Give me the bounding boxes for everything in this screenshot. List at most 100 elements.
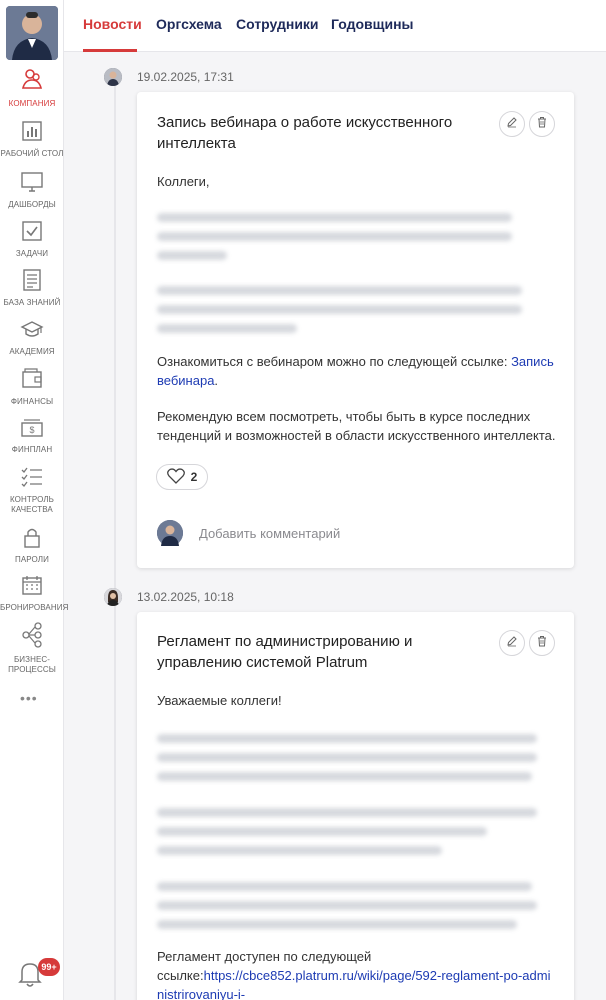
post-link-paragraph: Ознакомиться с вебинаром можно по следую…: [157, 352, 557, 390]
sidebar-item-label: БИЗНЕС-: [13, 655, 51, 664]
blurred-text: [157, 213, 512, 222]
trash-icon: [536, 634, 548, 652]
post-date: 13.02.2025, 10:18: [137, 590, 234, 604]
company-icon: [0, 68, 64, 97]
monitor-icon: [0, 171, 64, 198]
heart-icon: [166, 467, 185, 487]
sidebar-item-academy[interactable]: АКАДЕМИЯ: [0, 320, 64, 357]
link-line: ссылке:https://cbce852.platrum.ru/wiki/p…: [157, 966, 557, 1000]
post-meta: 19.02.2025, 17:31: [104, 68, 234, 86]
sidebar-item-company[interactable]: КОМПАНИЯ: [0, 68, 64, 109]
more-menu-button[interactable]: •••: [20, 690, 38, 706]
sidebar-item-label: КАЧЕСТВА: [11, 505, 53, 514]
document-icon: [0, 269, 64, 296]
post-title: Регламент по администрированию и управле…: [157, 633, 413, 671]
lock-icon: [0, 526, 64, 553]
tab-org-chart[interactable]: Оргсхема: [156, 16, 222, 32]
dashboard-chart-icon: [0, 120, 64, 147]
blurred-text: [157, 920, 517, 929]
pencil-icon: [506, 634, 518, 652]
sidebar-item-bookings[interactable]: БРОНИРОВАНИЯ: [0, 574, 69, 613]
sidebar-item-label: ДАШБОРДЫ: [8, 200, 56, 209]
blurred-text: [157, 882, 532, 891]
sidebar-item-business-processes[interactable]: БИЗНЕС- ПРОЦЕССЫ: [0, 622, 64, 675]
sidebar-item-label: ФИНАНСЫ: [10, 397, 54, 406]
sidebar-item-label: ФИНПЛАН: [11, 445, 53, 454]
sidebar-item-finance[interactable]: ФИНАНСЫ: [0, 366, 64, 407]
sidebar-item-label: ПАРОЛИ: [15, 555, 49, 564]
sidebar-item-tasks[interactable]: ЗАДАЧИ: [0, 220, 64, 259]
notifications-badge: 99+: [38, 958, 60, 976]
post-link-paragraph: Регламент доступен по следующей ссылке:h…: [157, 947, 557, 1000]
blurred-text: [157, 772, 532, 781]
sidebar-item-knowledge-base[interactable]: БАЗА ЗНАНИЙ: [0, 269, 64, 308]
blurred-text: [157, 827, 487, 836]
checkbox-icon: [0, 220, 64, 247]
trash-icon: [536, 115, 548, 133]
blurred-text: [157, 901, 537, 910]
svg-text:$: $: [29, 425, 34, 435]
link-suffix: .: [214, 373, 219, 388]
sidebar-item-label: КОМПАНИЯ: [8, 99, 56, 108]
sidebar-item-label: ЗАДАЧИ: [15, 249, 49, 258]
like-count: 2: [190, 470, 198, 484]
money-icon: $: [0, 418, 64, 443]
delete-post-button[interactable]: [529, 630, 555, 656]
calendar-icon: [0, 574, 64, 601]
edit-post-button[interactable]: [499, 111, 525, 137]
link-prefix: ссылке:: [157, 968, 204, 983]
pencil-icon: [506, 115, 518, 133]
current-user-avatar: [157, 520, 183, 546]
author-avatar[interactable]: [104, 588, 122, 606]
blurred-text: [157, 734, 537, 743]
post-title: Запись вебинара о работе искусственного …: [157, 114, 453, 152]
blurred-text: [157, 232, 512, 241]
app-window: КОМПАНИЯ РАБОЧИЙ СТОЛ ДАШБОРДЫ ЗАДАЧИ БА: [0, 0, 606, 1000]
post-closing: Рекомендую всем посмотреть, чтобы быть в…: [157, 409, 556, 443]
post-card: Запись вебинара о работе искусственного …: [137, 92, 574, 568]
edit-post-button[interactable]: [499, 630, 525, 656]
like-button[interactable]: 2: [156, 464, 208, 490]
post-greeting: Уважаемые коллеги!: [157, 693, 282, 708]
post-date: 19.02.2025, 17:31: [137, 70, 234, 84]
regulation-link[interactable]: https://cbce852.platrum.ru/wiki/page/592…: [157, 968, 550, 1000]
post-meta: 13.02.2025, 10:18: [104, 588, 234, 606]
active-tab-indicator: [83, 49, 137, 52]
sidebar-item-label: РАБОЧИЙ СТОЛ: [0, 149, 64, 158]
comment-input-row[interactable]: Добавить комментарий: [157, 520, 340, 546]
post-greeting: Коллеги,: [157, 174, 210, 189]
blurred-text: [157, 324, 297, 333]
sidebar-item-desktop[interactable]: РАБОЧИЙ СТОЛ: [0, 120, 64, 159]
comment-input[interactable]: Добавить комментарий: [199, 526, 340, 541]
author-avatar[interactable]: [104, 68, 122, 86]
sidebar-item-finplan[interactable]: $ ФИНПЛАН: [0, 418, 64, 455]
post-card: Регламент по администрированию и управле…: [137, 612, 574, 1000]
sidebar-item-label: БАЗА ЗНАНИЙ: [3, 298, 61, 307]
sidebar-item-dashboards[interactable]: ДАШБОРДЫ: [0, 171, 64, 210]
tab-employees[interactable]: Сотрудники: [236, 16, 319, 32]
delete-post-button[interactable]: [529, 111, 555, 137]
tab-news[interactable]: Новости: [83, 16, 142, 32]
link-sentence: Ознакомиться с вебинаром можно по следую…: [157, 354, 512, 369]
user-avatar[interactable]: [6, 6, 58, 60]
blurred-text: [157, 251, 227, 260]
blurred-text: [157, 846, 442, 855]
blurred-text: [157, 286, 522, 295]
link-intro-line: Регламент доступен по следующей: [157, 949, 372, 964]
tab-anniversaries[interactable]: Годовщины: [331, 16, 413, 32]
blurred-text: [157, 753, 537, 762]
checklist-icon: [0, 466, 64, 493]
sidebar: КОМПАНИЯ РАБОЧИЙ СТОЛ ДАШБОРДЫ ЗАДАЧИ БА: [0, 0, 69, 1000]
process-tree-icon: [0, 622, 64, 653]
sidebar-item-label: АКАДЕМИЯ: [9, 347, 55, 356]
sidebar-item-label: КОНТРОЛЬ: [9, 495, 55, 504]
sidebar-item-label: БРОНИРОВАНИЯ: [0, 603, 69, 612]
sidebar-item-label: ПРОЦЕССЫ: [8, 665, 56, 674]
feed-timeline-line: [114, 80, 116, 1000]
graduation-cap-icon: [0, 320, 64, 345]
wallet-icon: [0, 366, 64, 395]
sidebar-item-quality-control[interactable]: КОНТРОЛЬ КАЧЕСТВА: [0, 466, 64, 515]
blurred-text: [157, 808, 537, 817]
blurred-text: [157, 305, 522, 314]
sidebar-item-passwords[interactable]: ПАРОЛИ: [0, 526, 64, 565]
